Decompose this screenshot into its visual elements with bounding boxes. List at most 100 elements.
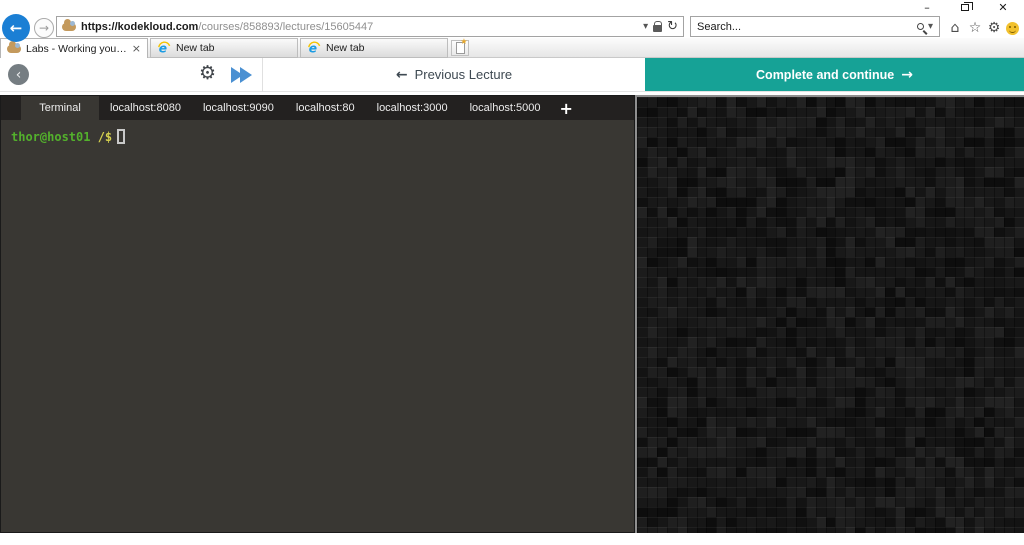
- texture-tile: [984, 307, 994, 317]
- terminal-tab-localhost-8080[interactable]: localhost:8080: [99, 96, 192, 120]
- texture-tile: [895, 137, 905, 147]
- texture-tile: [835, 387, 845, 397]
- texture-tile: [905, 527, 915, 533]
- texture-tile: [915, 527, 925, 533]
- terminal-body[interactable]: thor@host01 /$: [1, 120, 634, 153]
- texture-tile: [994, 257, 1004, 267]
- refresh-icon[interactable]: ↻: [667, 19, 678, 34]
- texture-tile: [806, 307, 816, 317]
- complete-and-continue-button[interactable]: Complete and continue →: [645, 58, 1024, 91]
- texture-tile: [796, 347, 806, 357]
- texture-tile: [964, 157, 974, 167]
- texture-tile: [865, 147, 875, 157]
- texture-tile: [716, 197, 726, 207]
- texture-tile: [875, 517, 885, 527]
- texture-tile: [667, 117, 677, 127]
- terminal-tab-localhost-5000[interactable]: localhost:5000: [459, 96, 552, 120]
- search-input[interactable]: [697, 21, 913, 33]
- texture-tile: [865, 177, 875, 187]
- new-tab-button[interactable]: [451, 40, 469, 56]
- texture-tile: [905, 467, 915, 477]
- texture-tile: [806, 267, 816, 277]
- address-dropdown-icon[interactable]: ▾: [643, 21, 648, 32]
- texture-tile: [1014, 357, 1024, 367]
- terminal-tab-terminal[interactable]: Terminal: [21, 96, 99, 120]
- previous-lecture-link[interactable]: ← Previous Lecture: [263, 58, 645, 91]
- minimize-button[interactable]: –: [912, 0, 942, 14]
- texture-tile: [736, 237, 746, 247]
- texture-tile: [716, 497, 726, 507]
- lecture-back-button[interactable]: ‹: [8, 64, 29, 85]
- texture-tile: [657, 157, 667, 167]
- texture-tile: [875, 527, 885, 533]
- texture-tile: [984, 97, 994, 107]
- texture-tile: [845, 347, 855, 357]
- texture-tile: [697, 187, 707, 197]
- tab-close-icon[interactable]: ×: [132, 42, 141, 55]
- texture-tile: [697, 437, 707, 447]
- texture-tile: [726, 517, 736, 527]
- texture-tile: [766, 147, 776, 157]
- address-bar[interactable]: https://kodekloud.com/courses/858893/lec…: [56, 16, 684, 37]
- texture-tile: [657, 517, 667, 527]
- texture-tile: [647, 307, 657, 317]
- texture-tile: [974, 497, 984, 507]
- search-dropdown-icon[interactable]: ▾: [928, 21, 933, 32]
- texture-tile: [835, 277, 845, 287]
- texture-tile: [687, 337, 697, 347]
- texture-tile: [766, 447, 776, 457]
- terminal-tab-localhost-80[interactable]: localhost:80: [285, 96, 366, 120]
- texture-tile: [637, 187, 647, 197]
- terminal-tab-localhost-9090[interactable]: localhost:9090: [192, 96, 285, 120]
- fast-forward-icon[interactable]: [231, 67, 252, 83]
- texture-tile: [756, 367, 766, 377]
- texture-tile: [1014, 227, 1024, 237]
- texture-tile: [776, 507, 786, 517]
- search-icon[interactable]: [917, 23, 924, 30]
- feedback-smiley-icon[interactable]: [1006, 22, 1019, 35]
- texture-tile: [816, 267, 826, 277]
- texture-tile: [1004, 517, 1014, 527]
- texture-tile: [974, 97, 984, 107]
- texture-tile: [925, 417, 935, 427]
- tab-new-tab-2[interactable]: e New tab: [300, 38, 448, 58]
- gear-icon[interactable]: ⚙: [199, 62, 216, 84]
- texture-tile: [955, 257, 965, 267]
- texture-tile: [885, 447, 895, 457]
- texture-tile: [994, 117, 1004, 127]
- texture-tile: [786, 407, 796, 417]
- tools-icon[interactable]: ⚙: [985, 19, 1003, 37]
- texture-tile: [1014, 467, 1024, 477]
- texture-tile: [667, 467, 677, 477]
- texture-tile: [915, 507, 925, 517]
- add-terminal-tab-button[interactable]: +: [552, 96, 581, 120]
- browser-forward-button[interactable]: →: [34, 18, 54, 38]
- texture-tile: [657, 347, 667, 357]
- texture-tile: [885, 207, 895, 217]
- tab-labs[interactable]: Labs - Working your way th... ×: [0, 38, 148, 58]
- texture-tile: [984, 287, 994, 297]
- close-button[interactable]: ✕: [988, 0, 1018, 14]
- texture-tile: [935, 207, 945, 217]
- home-icon[interactable]: ⌂: [946, 19, 964, 37]
- texture-tile: [955, 427, 965, 437]
- texture-tile: [974, 467, 984, 477]
- texture-tile: [1004, 417, 1014, 427]
- favorites-icon[interactable]: ☆: [966, 19, 984, 37]
- texture-tile: [816, 507, 826, 517]
- texture-tile: [855, 397, 865, 407]
- texture-tile: [716, 437, 726, 447]
- texture-tile: [786, 307, 796, 317]
- tab-new-tab-1[interactable]: e New tab: [150, 38, 298, 58]
- texture-tile: [964, 377, 974, 387]
- restore-button[interactable]: [950, 0, 980, 14]
- texture-tile: [677, 117, 687, 127]
- browser-back-button[interactable]: ←: [2, 14, 30, 42]
- texture-tile: [776, 437, 786, 447]
- texture-tile: [667, 197, 677, 207]
- texture-tile: [1004, 157, 1014, 167]
- texture-tile: [1004, 247, 1014, 257]
- texture-tile: [984, 447, 994, 457]
- texture-tile: [855, 267, 865, 277]
- terminal-tab-localhost-3000[interactable]: localhost:3000: [366, 96, 459, 120]
